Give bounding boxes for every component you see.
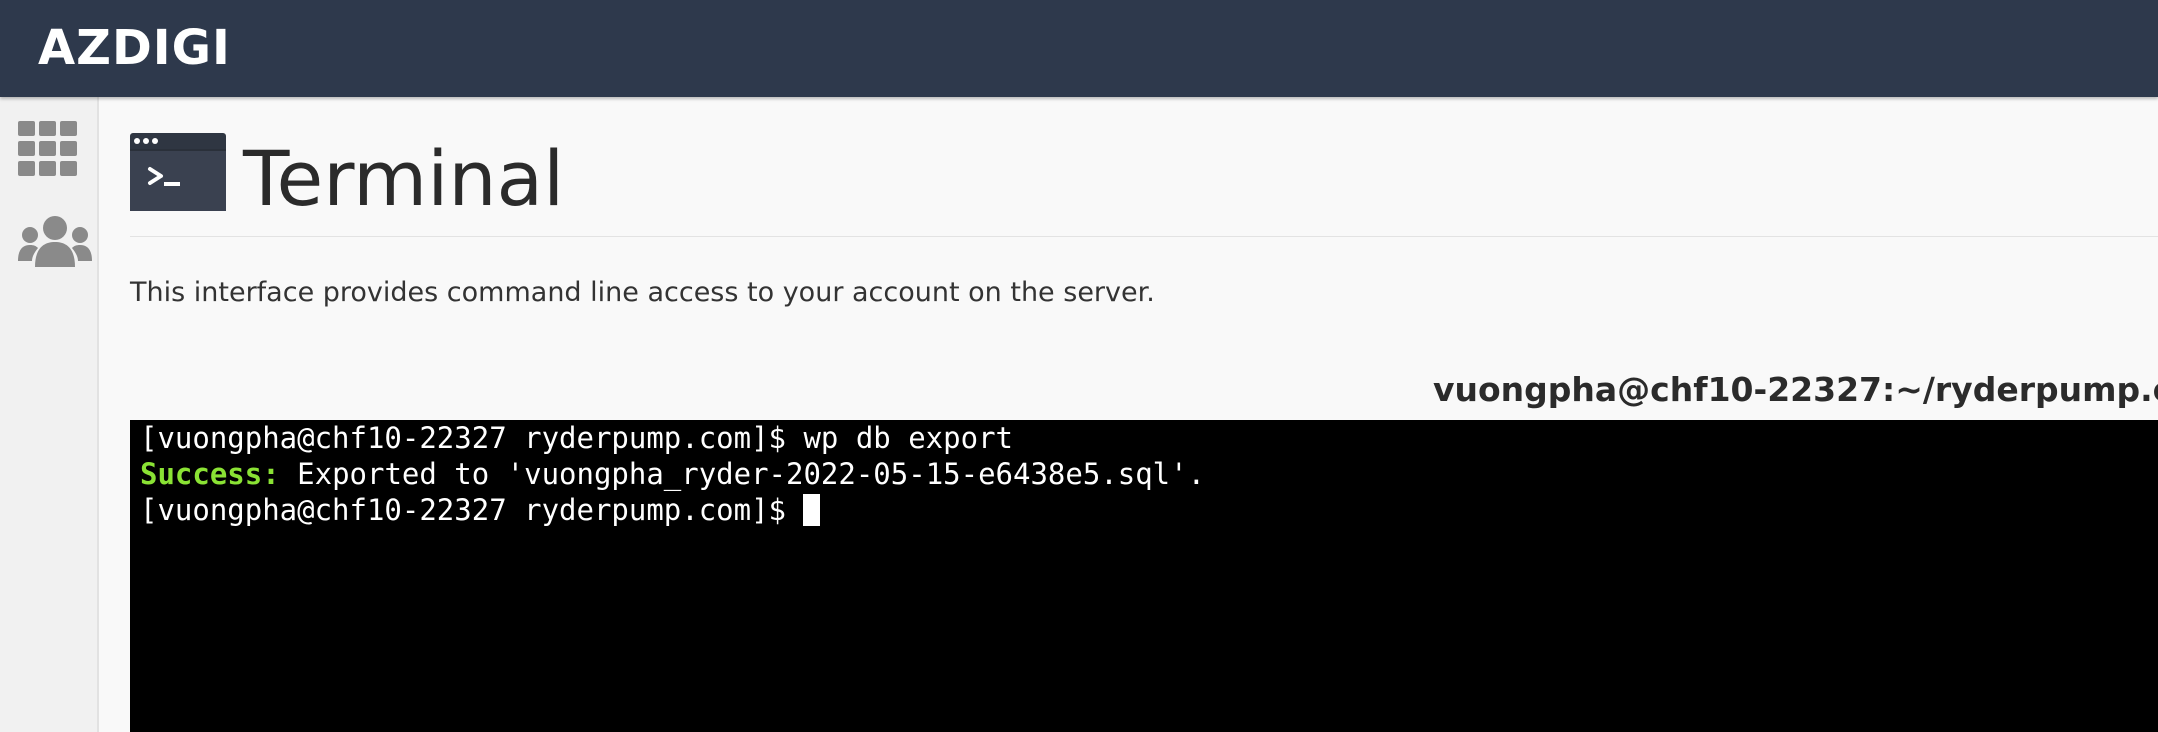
sidebar bbox=[0, 97, 99, 732]
terminal-line: Success: Exported to 'vuongpha_ryder-202… bbox=[140, 456, 2148, 492]
main-content: Terminal This interface provides command… bbox=[99, 97, 2158, 732]
terminal-cursor[interactable] bbox=[803, 494, 821, 526]
terminal-output: Exported to 'vuongpha_ryder-2022-05-15-e… bbox=[279, 457, 1206, 491]
terminal-icon bbox=[130, 133, 226, 216]
top-bar: AZDIGI bbox=[0, 0, 2158, 97]
title-divider bbox=[130, 236, 2158, 237]
grid-icon[interactable] bbox=[18, 121, 78, 182]
page-description: This interface provides command line acc… bbox=[130, 277, 1155, 308]
terminal-window[interactable]: [vuongpha@chf10-22327 ryderpump.com]$ wp… bbox=[130, 420, 2158, 732]
users-icon[interactable] bbox=[18, 215, 92, 274]
success-status: Success: bbox=[140, 457, 280, 491]
terminal-line: [vuongpha@chf10-22327 ryderpump.com]$ wp… bbox=[140, 420, 2148, 456]
terminal-line: [vuongpha@chf10-22327 ryderpump.com]$ bbox=[140, 492, 2148, 528]
terminal-prompt: [vuongpha@chf10-22327 ryderpump.com]$ bbox=[140, 493, 804, 527]
brand-logo[interactable]: AZDIGI bbox=[38, 18, 231, 78]
page-title: Terminal bbox=[243, 134, 565, 223]
session-label: vuongpha@chf10-22327:~/ryderpump.com bbox=[1433, 370, 2158, 409]
terminal-prompt: [vuongpha@chf10-22327 ryderpump.com]$ bbox=[140, 421, 804, 455]
terminal-command: wp db export bbox=[803, 421, 1013, 455]
